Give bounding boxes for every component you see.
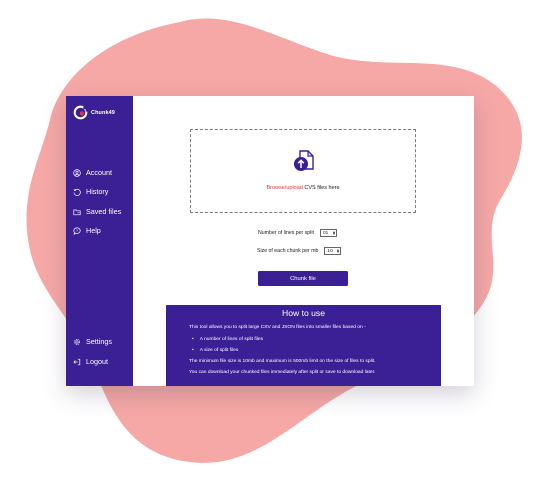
lines-per-split-value: 01 [322, 230, 329, 236]
history-icon [73, 188, 81, 196]
file-dropzone[interactable]: Browse/upload CVS files here [190, 129, 416, 213]
dropzone-text: Browse/upload CVS files here [191, 185, 415, 191]
file-upload-icon [294, 150, 314, 171]
app-window: Chunk49 Account History Saved files ? He… [66, 96, 474, 386]
chunk-size-stepper[interactable]: 10 [324, 247, 342, 255]
help-bubble-icon: ? [73, 227, 81, 235]
brand-name: Chunk49 [91, 109, 115, 116]
sidebar-item-help[interactable]: ? Help [73, 226, 101, 235]
sidebar-item-label: Logout [86, 357, 108, 366]
how-to-use-panel: How to use This tool allows you to split… [166, 305, 441, 386]
lines-per-split-field: Number of lines per split 01 [258, 229, 337, 237]
gear-icon [74, 338, 80, 345]
how-to-limits: The minimum file size is 10mb and maximu… [189, 359, 376, 364]
how-to-download: You can download your chunked files imme… [189, 370, 376, 375]
sidebar-item-label: Account [86, 168, 112, 177]
sidebar: Chunk49 Account History Saved files ? He… [66, 96, 133, 386]
browse-upload-link[interactable]: Browse/upload [266, 185, 302, 191]
logout-icon [73, 358, 81, 365]
chunk-file-button[interactable]: Chunk file [258, 271, 348, 286]
how-to-intro: This tool allows you to split large CSV … [189, 325, 366, 330]
sidebar-item-label: History [86, 187, 109, 196]
list-item: A number of lines of split files [192, 337, 263, 342]
sidebar-item-account[interactable]: Account [73, 168, 112, 177]
svg-text:?: ? [76, 228, 78, 232]
sidebar-item-label: Saved files [86, 207, 122, 216]
lines-per-split-stepper[interactable]: 01 [319, 229, 337, 237]
how-to-use-title: How to use [282, 308, 325, 318]
folder-icon [73, 209, 81, 215]
main-panel: Browse/upload CVS files here Number of l… [133, 96, 474, 386]
chunk-size-field: Size of each chunk per mb 10 [257, 247, 342, 255]
lines-per-split-label: Number of lines per split [258, 230, 314, 236]
sidebar-item-label: Help [86, 226, 101, 235]
stepper-arrows-icon[interactable] [336, 248, 340, 254]
logo-icon [73, 105, 88, 120]
list-item: A size of split files [192, 348, 239, 353]
user-circle-icon [73, 168, 81, 177]
chunk-size-label: Size of each chunk per mb [257, 248, 319, 254]
chunk-size-value: 10 [327, 248, 333, 254]
sidebar-item-history[interactable]: History [73, 187, 108, 196]
sidebar-item-saved-files[interactable]: Saved files [73, 207, 121, 216]
sidebar-item-settings[interactable]: Settings [73, 337, 112, 346]
sidebar-item-label: Settings [86, 337, 112, 346]
brand: Chunk49 [73, 105, 115, 120]
dropzone-hint: CVS files here [302, 185, 340, 191]
sidebar-item-logout[interactable]: Logout [73, 357, 108, 366]
stepper-arrows-icon[interactable] [332, 230, 336, 236]
